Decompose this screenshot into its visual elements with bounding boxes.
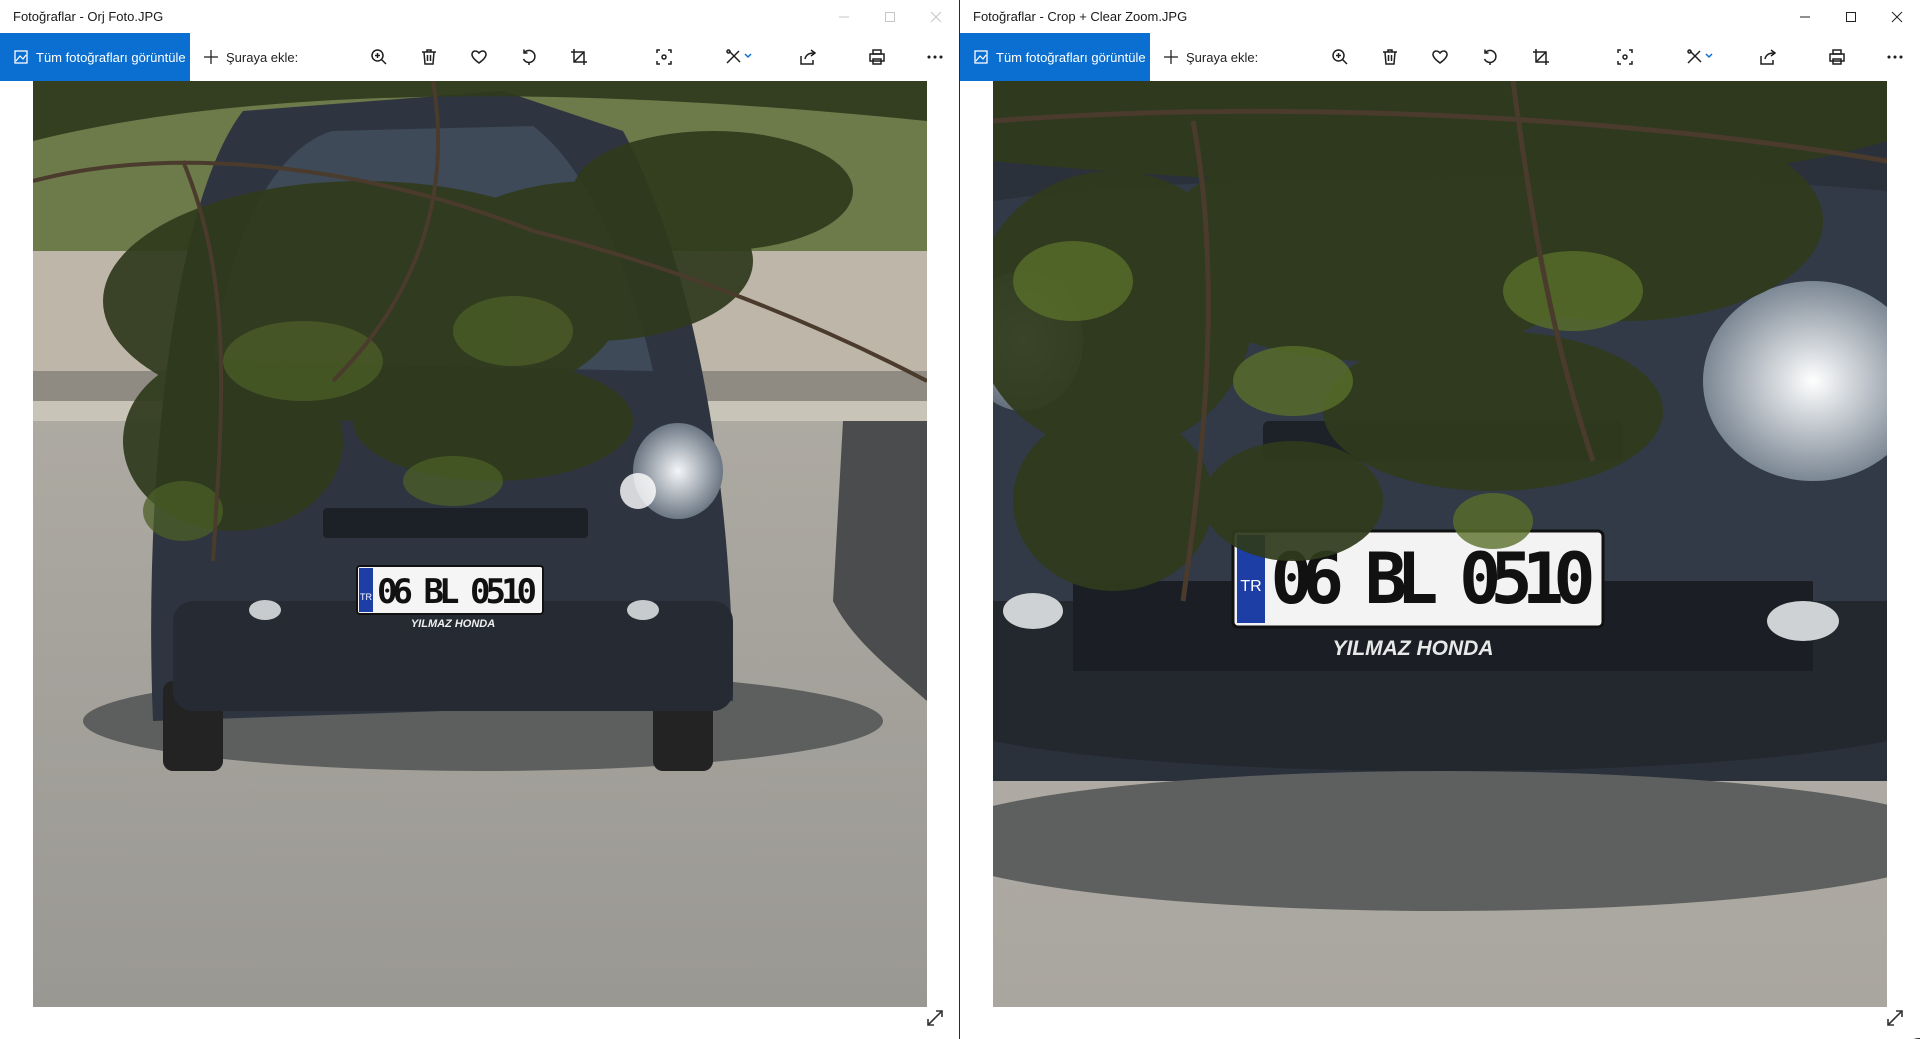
maximize-button[interactable]	[1828, 0, 1874, 33]
delete-icon[interactable]	[1370, 33, 1410, 81]
add-to-label: Şuraya ekle:	[1186, 49, 1259, 65]
share-icon[interactable]	[788, 33, 828, 81]
car-photo-original: TR 06 BL 0510 YILMAZ HONDA	[33, 81, 927, 1007]
plus-icon	[1164, 50, 1178, 64]
print-icon[interactable]	[857, 33, 897, 81]
add-to-button[interactable]: Şuraya ekle:	[204, 33, 298, 81]
maximize-button[interactable]	[867, 0, 913, 33]
photos-window-left: Fotoğraflar - Orj Foto.JPG Tüm fotoğrafl…	[0, 0, 959, 1039]
plate-dealer: YILMAZ HONDA	[411, 618, 495, 630]
rotate-icon[interactable]	[1470, 33, 1510, 81]
edit-create-dropdown[interactable]	[1675, 33, 1725, 81]
license-plate-number: 06 BL 0510	[377, 572, 537, 612]
title-bar[interactable]: Fotoğraflar - Orj Foto.JPG	[0, 0, 959, 33]
zoom-in-icon[interactable]	[1320, 33, 1360, 81]
plus-icon	[204, 50, 218, 64]
crop-icon[interactable]	[1521, 33, 1561, 81]
zoom-in-icon[interactable]	[359, 33, 399, 81]
print-icon[interactable]	[1817, 33, 1857, 81]
delete-icon[interactable]	[409, 33, 449, 81]
favorite-icon[interactable]	[1420, 33, 1460, 81]
toolbar: Tüm fotoğrafları görüntüle Şuraya ekle:	[960, 33, 1920, 81]
window-title: Fotoğraflar - Orj Foto.JPG	[13, 9, 164, 24]
photo-viewer[interactable]: TR 06 BL 0510 YILMAZ HONDA	[960, 81, 1920, 1039]
plate-country: TR	[1240, 578, 1261, 595]
rotate-icon[interactable]	[509, 33, 549, 81]
enhance-icon[interactable]	[644, 33, 684, 81]
car-photo-zoomed: TR 06 BL 0510 YILMAZ HONDA	[993, 81, 1887, 1007]
view-all-photos-button[interactable]: Tüm fotoğrafları görüntüle	[960, 33, 1150, 81]
photo-viewer[interactable]: TR 06 BL 0510 YILMAZ HONDA	[0, 81, 959, 1039]
view-all-photos-button[interactable]: Tüm fotoğrafları görüntüle	[0, 33, 190, 81]
minimize-button[interactable]	[821, 0, 867, 33]
fullscreen-icon[interactable]	[923, 1006, 947, 1030]
more-options-icon[interactable]	[1875, 33, 1915, 81]
enhance-icon[interactable]	[1605, 33, 1645, 81]
close-button[interactable]	[1874, 0, 1920, 33]
window-title: Fotoğraflar - Crop + Clear Zoom.JPG	[973, 9, 1188, 24]
minimize-button[interactable]	[1782, 0, 1828, 33]
close-button[interactable]	[913, 0, 959, 33]
more-options-icon[interactable]	[915, 33, 955, 81]
title-bar[interactable]: Fotoğraflar - Crop + Clear Zoom.JPG	[960, 0, 1920, 33]
crop-icon[interactable]	[559, 33, 599, 81]
add-to-label: Şuraya ekle:	[226, 49, 299, 65]
photos-window-right: Fotoğraflar - Crop + Clear Zoom.JPG Tüm …	[959, 0, 1920, 1039]
view-all-label: Tüm fotoğrafları görüntüle	[996, 49, 1146, 65]
toolbar: Tüm fotoğrafları görüntüle Şuraya ekle:	[0, 33, 959, 81]
photos-icon	[14, 50, 28, 64]
photos-icon	[974, 50, 988, 64]
view-all-label: Tüm fotoğrafları görüntüle	[36, 49, 186, 65]
edit-create-dropdown[interactable]	[714, 33, 764, 81]
add-to-button[interactable]: Şuraya ekle:	[1164, 33, 1258, 81]
favorite-icon[interactable]	[459, 33, 499, 81]
fullscreen-icon[interactable]	[1883, 1006, 1907, 1030]
plate-dealer: YILMAZ HONDA	[1333, 637, 1494, 660]
share-icon[interactable]	[1748, 33, 1788, 81]
plate-country: TR	[360, 592, 372, 602]
